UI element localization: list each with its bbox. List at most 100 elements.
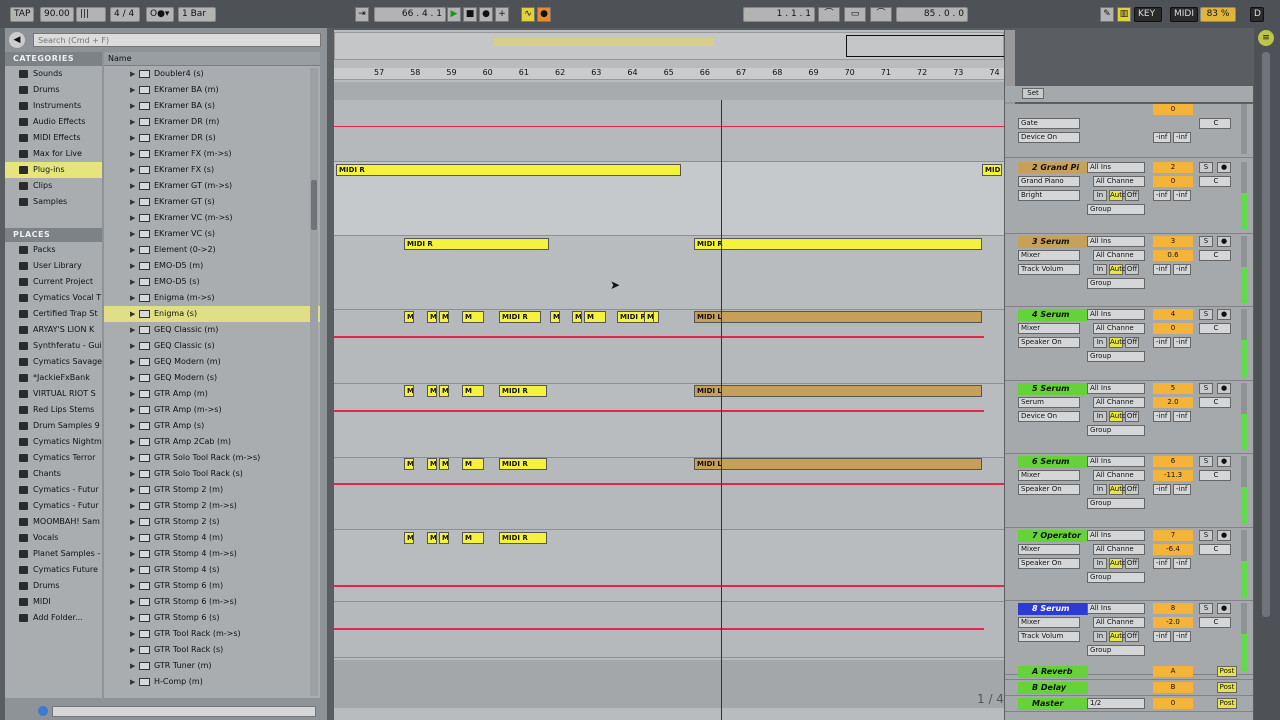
place-item[interactable]: Certified Trap St — [5, 306, 102, 322]
file-row[interactable]: ▶ GTR Stomp 6 (m->s) — [104, 594, 320, 610]
place-item[interactable]: Cymatics Savage — [5, 354, 102, 370]
expand-arrow-icon[interactable]: ▶ — [130, 450, 135, 466]
monitor-off-button[interactable]: Off — [1125, 337, 1139, 348]
post-button[interactable]: Post — [1217, 666, 1237, 677]
expand-arrow-icon[interactable]: ▶ — [130, 466, 135, 482]
place-item[interactable]: User Library — [5, 258, 102, 274]
expand-arrow-icon[interactable]: ▶ — [130, 162, 135, 178]
file-row[interactable]: ▶ EKramer VC (m->s) — [104, 210, 320, 226]
file-row[interactable]: ▶ GEQ Modern (s) — [104, 370, 320, 386]
file-row[interactable]: ▶ Doubler4 (s) — [104, 66, 320, 82]
place-item[interactable]: Drums — [5, 578, 102, 594]
volume-field[interactable]: 0 — [1153, 323, 1193, 334]
return-track-number[interactable]: 0 — [1153, 698, 1193, 709]
pan-field[interactable]: C — [1199, 118, 1231, 129]
monitor-off-button[interactable]: Off — [1125, 557, 1139, 569]
expand-arrow-icon[interactable]: ▶ — [130, 258, 135, 274]
midi-clip[interactable]: M — [584, 311, 606, 323]
place-item[interactable]: ARYAY'S LION K — [5, 322, 102, 338]
output-select[interactable]: Group — [1087, 498, 1145, 509]
time-signature-field[interactable]: 4 / 4 — [110, 7, 140, 22]
device-chooser[interactable]: Grand Piano — [1018, 176, 1080, 187]
expand-arrow-icon[interactable]: ▶ — [130, 498, 135, 514]
place-item[interactable]: Current Project — [5, 274, 102, 290]
midi-clip[interactable]: MIDI — [982, 164, 1002, 176]
browser-scrollbar-thumb[interactable] — [311, 180, 317, 230]
place-item[interactable]: Add Folder... — [5, 610, 102, 626]
place-item[interactable]: Red Lips Stems — [5, 402, 102, 418]
file-row[interactable]: ▶ GTR Amp (m->s) — [104, 402, 320, 418]
expand-arrow-icon[interactable]: ▶ — [130, 130, 135, 146]
category-item[interactable]: MIDI Effects — [5, 130, 102, 146]
midi-clip[interactable]: M — [572, 311, 582, 323]
category-item[interactable]: Instruments — [5, 98, 102, 114]
solo-button[interactable]: S — [1199, 456, 1213, 467]
pan-field[interactable]: C — [1199, 396, 1231, 408]
midi-clip[interactable]: M — [404, 385, 414, 397]
place-item[interactable]: Cymatics Terror — [5, 450, 102, 466]
expand-arrow-icon[interactable]: ▶ — [130, 578, 135, 594]
device-chooser[interactable]: Mixer — [1018, 470, 1080, 481]
punch-out-icon[interactable]: ⌒ — [870, 7, 892, 22]
file-row[interactable]: ▶ GTR Stomp 4 (m) — [104, 530, 320, 546]
midi-clip[interactable]: M — [550, 311, 560, 323]
file-row[interactable]: ▶ GTR Stomp 4 (m->s) — [104, 546, 320, 562]
solo-button[interactable]: S — [1199, 603, 1213, 614]
file-row[interactable]: ▶ GTR Amp (m) — [104, 386, 320, 402]
file-row[interactable]: ▶ GTR Solo Tool Rack (m->s) — [104, 450, 320, 466]
expand-arrow-icon[interactable]: ▶ — [130, 354, 135, 370]
midi-clip[interactable]: M — [404, 458, 414, 470]
file-row[interactable]: ▶ EKramer VC (s) — [104, 226, 320, 242]
play-icon[interactable]: ▶ — [447, 7, 461, 22]
file-row[interactable]: ▶ GEQ Classic (m) — [104, 322, 320, 338]
computer-keyboard-icon[interactable]: ▥ — [1117, 7, 1131, 22]
expand-arrow-icon[interactable]: ▶ — [130, 306, 135, 322]
expand-arrow-icon[interactable]: ▶ — [130, 546, 135, 562]
track-number[interactable]: 7 — [1153, 529, 1193, 541]
place-item[interactable]: *JackieFxBank — [5, 370, 102, 386]
solo-button[interactable]: S — [1199, 382, 1213, 394]
track-number[interactable]: 8 — [1153, 603, 1193, 614]
monitor-off-button[interactable]: Off — [1125, 631, 1139, 642]
expand-arrow-icon[interactable]: ▶ — [130, 178, 135, 194]
track-name[interactable]: 6 Serum — [1018, 456, 1088, 468]
file-row[interactable]: ▶ H-Comp (m) — [104, 674, 320, 690]
file-row[interactable]: ▶ GTR Tool Rack (m->s) — [104, 626, 320, 642]
arrangement-scrollbar[interactable] — [1262, 52, 1270, 617]
arm-button[interactable]: ● — [1217, 382, 1231, 394]
midi-clip[interactable]: MIDI R — [404, 238, 549, 250]
arm-button[interactable]: ● — [1217, 603, 1231, 614]
expand-arrow-icon[interactable]: ▶ — [130, 514, 135, 530]
input-channel-select[interactable]: All Channe — [1093, 249, 1145, 261]
draw-mode-icon[interactable]: ✎ — [1100, 7, 1114, 22]
pan-field[interactable]: C — [1199, 249, 1231, 261]
monitor-in-button[interactable]: In — [1093, 337, 1107, 348]
overdub-icon[interactable]: + — [495, 7, 509, 22]
post-button[interactable]: Post — [1217, 682, 1237, 693]
monitor-auto-button[interactable]: Auto — [1109, 190, 1126, 201]
automation-arm-icon[interactable]: ∿ — [521, 7, 535, 22]
key-map-button[interactable]: KEY — [1134, 7, 1162, 22]
pan-field[interactable]: C — [1199, 176, 1231, 187]
arm-button[interactable]: ● — [1217, 309, 1231, 320]
midi-clip[interactable]: MIDI R — [499, 311, 541, 323]
input-channel-select[interactable]: All Channe — [1093, 470, 1145, 481]
return-track-name[interactable]: A Reverb — [1018, 666, 1088, 678]
place-item[interactable]: Cymatics Nightm — [5, 434, 102, 450]
return-track-number[interactable]: B — [1153, 682, 1193, 693]
monitor-auto-button[interactable]: Auto — [1109, 484, 1126, 495]
file-row[interactable]: ▶ GTR Stomp 2 (m) — [104, 482, 320, 498]
output-select[interactable]: Group — [1087, 277, 1145, 289]
category-item[interactable]: Clips — [5, 178, 102, 194]
expand-arrow-icon[interactable]: ▶ — [130, 114, 135, 130]
pan-field[interactable]: C — [1199, 323, 1231, 334]
return-track-name[interactable]: Master — [1018, 698, 1088, 710]
file-row[interactable]: ▶ GEQ Classic (s) — [104, 338, 320, 354]
expand-arrow-icon[interactable]: ▶ — [130, 226, 135, 242]
file-row[interactable]: ▶ EMO-D5 (s) — [104, 274, 320, 290]
midi-clip[interactable]: M — [404, 532, 414, 544]
file-row[interactable]: ▶ EKramer DR (s) — [104, 130, 320, 146]
track-name[interactable]: 2 Grand Pi — [1018, 162, 1088, 174]
input-channel-select[interactable]: All Channe — [1093, 176, 1145, 187]
track-name[interactable]: 5 Serum — [1018, 382, 1088, 395]
